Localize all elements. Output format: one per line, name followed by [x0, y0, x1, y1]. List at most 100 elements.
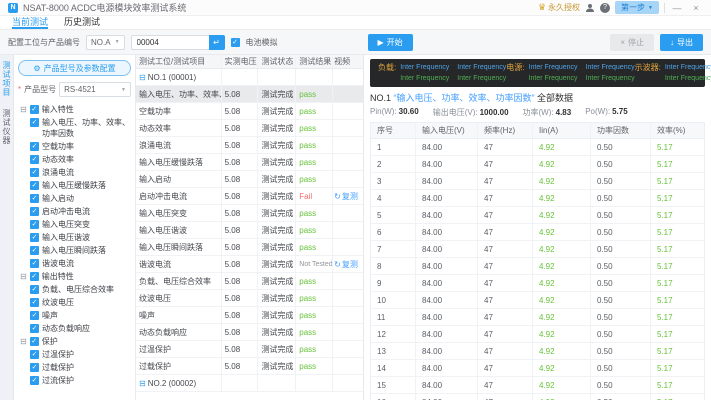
data-cell: 6 [371, 224, 416, 240]
test-item-row[interactable]: 空载功率 5.08 测试完成 pass [136, 103, 363, 120]
item-checkbox[interactable]: ✓ [30, 259, 39, 268]
export-button[interactable]: ↓ 导出 [660, 33, 703, 51]
help-icon[interactable]: ? [600, 2, 611, 13]
test-item-name: 动态负载响应 [136, 324, 222, 340]
retest-link[interactable]: ↻ 复测 [334, 188, 358, 204]
item-checkbox[interactable]: ✓ [30, 285, 39, 294]
item-checkbox[interactable]: ✓ [29, 105, 39, 114]
station-row[interactable]: ⊟ NO.2 (00002) [136, 375, 363, 392]
tree-item[interactable]: ✓ 输入启动 [18, 192, 131, 205]
product-no-input[interactable] [130, 34, 209, 50]
minimize-button[interactable]: — [670, 3, 684, 13]
item-checkbox[interactable]: ✓ [30, 142, 39, 151]
measured-voltage: 5.08 [222, 341, 259, 357]
item-checkbox[interactable]: ✓ [30, 376, 39, 385]
collapse-icon[interactable]: ⊟ [20, 271, 27, 282]
test-item-row[interactable]: 输入电压谐波 5.08 测试完成 pass [136, 222, 363, 239]
tree-item[interactable]: ✓ 过载保护 [18, 361, 131, 374]
tree-group[interactable]: ⊟ ✓ 保护 [18, 335, 131, 348]
data-cell: 5 [371, 207, 416, 223]
user-icon[interactable] [585, 3, 595, 13]
data-cell: 4.92 [533, 326, 591, 342]
tab-current-test[interactable]: 当前测试 [12, 16, 49, 29]
tree-item[interactable]: ✓ 谐波电流 [18, 257, 131, 270]
start-button[interactable]: ▶ 开始 [367, 33, 413, 51]
item-checkbox[interactable]: ✓ [30, 220, 39, 229]
test-status [258, 375, 297, 391]
item-checkbox[interactable]: ✓ [29, 337, 39, 346]
collapse-icon[interactable]: ⊟ [20, 104, 27, 115]
item-checkbox[interactable]: ✓ [30, 194, 39, 203]
item-checkbox[interactable]: ✓ [30, 155, 39, 164]
item-checkbox[interactable]: ✓ [30, 350, 39, 359]
tree-item[interactable]: ✓ 输入电压、功率、效率、功率因数 [18, 116, 131, 140]
item-checkbox[interactable]: ✓ [29, 272, 39, 281]
tree-item[interactable]: ✓ 输入电压缓慢跌落 [18, 179, 131, 192]
stop-button[interactable]: × 停止 [610, 33, 654, 51]
test-item-row[interactable]: 输入电压缓慢跌落 5.08 测试完成 pass [136, 154, 363, 171]
close-button[interactable]: × [689, 3, 703, 13]
tree-item[interactable]: ✓ 浪涌电流 [18, 166, 131, 179]
row-action [333, 239, 363, 255]
test-item-row[interactable]: 负载、电压综合效率 5.08 测试完成 pass [136, 273, 363, 290]
test-item-row[interactable]: 输入电压瞬间跌落 5.08 测试完成 pass [136, 239, 363, 256]
test-item-row[interactable]: 过载保护 5.08 测试完成 pass [136, 358, 363, 375]
tree-item[interactable]: ✓ 噪声 [18, 309, 131, 322]
step-dropdown-button[interactable]: 第一步 ▼ [615, 1, 659, 14]
item-checkbox[interactable]: ✓ [30, 118, 39, 127]
test-item-row[interactable]: 浪涌电流 5.08 测试完成 pass [136, 137, 363, 154]
tree-item[interactable]: ✓ 动态效率 [18, 153, 131, 166]
test-item-row[interactable]: 过温保护 5.08 测试完成 pass [136, 341, 363, 358]
product-config-button[interactable]: ⚙ 产品型号及参数配置 [18, 60, 131, 76]
item-checkbox[interactable]: ✓ [30, 311, 39, 320]
tree-item[interactable]: ✓ 输入电压瞬间跌落 [18, 244, 131, 257]
battery-sim-checkbox[interactable]: ✓ [230, 37, 240, 47]
station-select[interactable]: NO.A ▼ [86, 34, 125, 50]
data-cell: 0.50 [591, 326, 651, 342]
tree-item[interactable]: ✓ 负载、电压综合效率 [18, 283, 131, 296]
tree-item[interactable]: ✓ 纹波电压 [18, 296, 131, 309]
test-item-row[interactable]: 启动冲击电流 5.08 测试完成 Fail ↻ 复测 [136, 188, 363, 205]
tree-item[interactable]: ✓ 输入电压突变 [18, 218, 131, 231]
item-checkbox[interactable]: ✓ [30, 233, 39, 242]
collapse-icon[interactable]: ⊟ [20, 336, 27, 347]
test-item-row[interactable]: 噪声 5.08 测试完成 pass [136, 307, 363, 324]
tree-item[interactable]: ✓ 过温保护 [18, 348, 131, 361]
test-item-row[interactable]: 输入启动 5.08 测试完成 pass [136, 171, 363, 188]
tree-group[interactable]: ⊟ ✓ 输出特性 [18, 270, 131, 283]
item-checkbox[interactable]: ✓ [30, 207, 39, 216]
data-row: 14 84.00 47 4.92 0.50 5.17 [371, 360, 704, 377]
test-item-name: 输入启动 [136, 171, 222, 187]
retest-link[interactable]: ↻ 复测 [334, 256, 358, 272]
apply-product-no-button[interactable]: ↵ [208, 34, 225, 50]
tree-item[interactable]: ✓ 空载功率 [18, 140, 131, 153]
test-item-row[interactable]: 输入电压突变 5.08 测试完成 pass [136, 205, 363, 222]
tree-group[interactable]: ⊟ ✓ 输入特性 [18, 103, 131, 116]
tree-item[interactable]: ✓ 过流保护 [18, 374, 131, 387]
product-model-select[interactable]: RS-4521 ▼ [59, 82, 131, 97]
collapse-icon[interactable]: ⊟ [139, 379, 146, 388]
item-checkbox[interactable]: ✓ [30, 298, 39, 307]
collapse-icon[interactable]: ⊟ [139, 73, 146, 82]
result-title-item-link[interactable]: “输入电压、功率、效率、功率因数” [394, 93, 535, 103]
test-item-row[interactable]: 纹波电压 5.08 测试完成 pass [136, 290, 363, 307]
test-item-row[interactable]: 动态负载响应 5.08 测试完成 pass [136, 324, 363, 341]
data-cell: 8 [371, 258, 416, 274]
item-checkbox[interactable]: ✓ [30, 181, 39, 190]
item-checkbox[interactable]: ✓ [30, 246, 39, 255]
item-checkbox[interactable]: ✓ [30, 168, 39, 177]
test-item-row[interactable]: 动态效率 5.08 测试完成 pass [136, 120, 363, 137]
side-tab-1[interactable]: 测试仪器 [1, 109, 12, 145]
item-checkbox[interactable]: ✓ [30, 324, 39, 333]
item-checkbox[interactable]: ✓ [30, 363, 39, 372]
station-row[interactable]: ⊟ NO.1 (00001) [136, 69, 363, 86]
data-cell: 47 [478, 292, 533, 308]
test-item-row[interactable]: 谐波电流 5.08 测试完成 Not Tested ↻ 复测 [136, 256, 363, 273]
tab-history-test[interactable]: 历史测试 [64, 16, 100, 29]
tree-item[interactable]: ✓ 动态负载响应 [18, 322, 131, 335]
test-item-row[interactable]: 输入电压、功率、效率、功率因数5.08测试完成pass [136, 86, 363, 103]
test-result [296, 375, 334, 391]
tree-item[interactable]: ✓ 启动冲击电流 [18, 205, 131, 218]
side-tab-0[interactable]: 测试项目 [1, 61, 12, 97]
tree-item[interactable]: ✓ 输入电压谐波 [18, 231, 131, 244]
